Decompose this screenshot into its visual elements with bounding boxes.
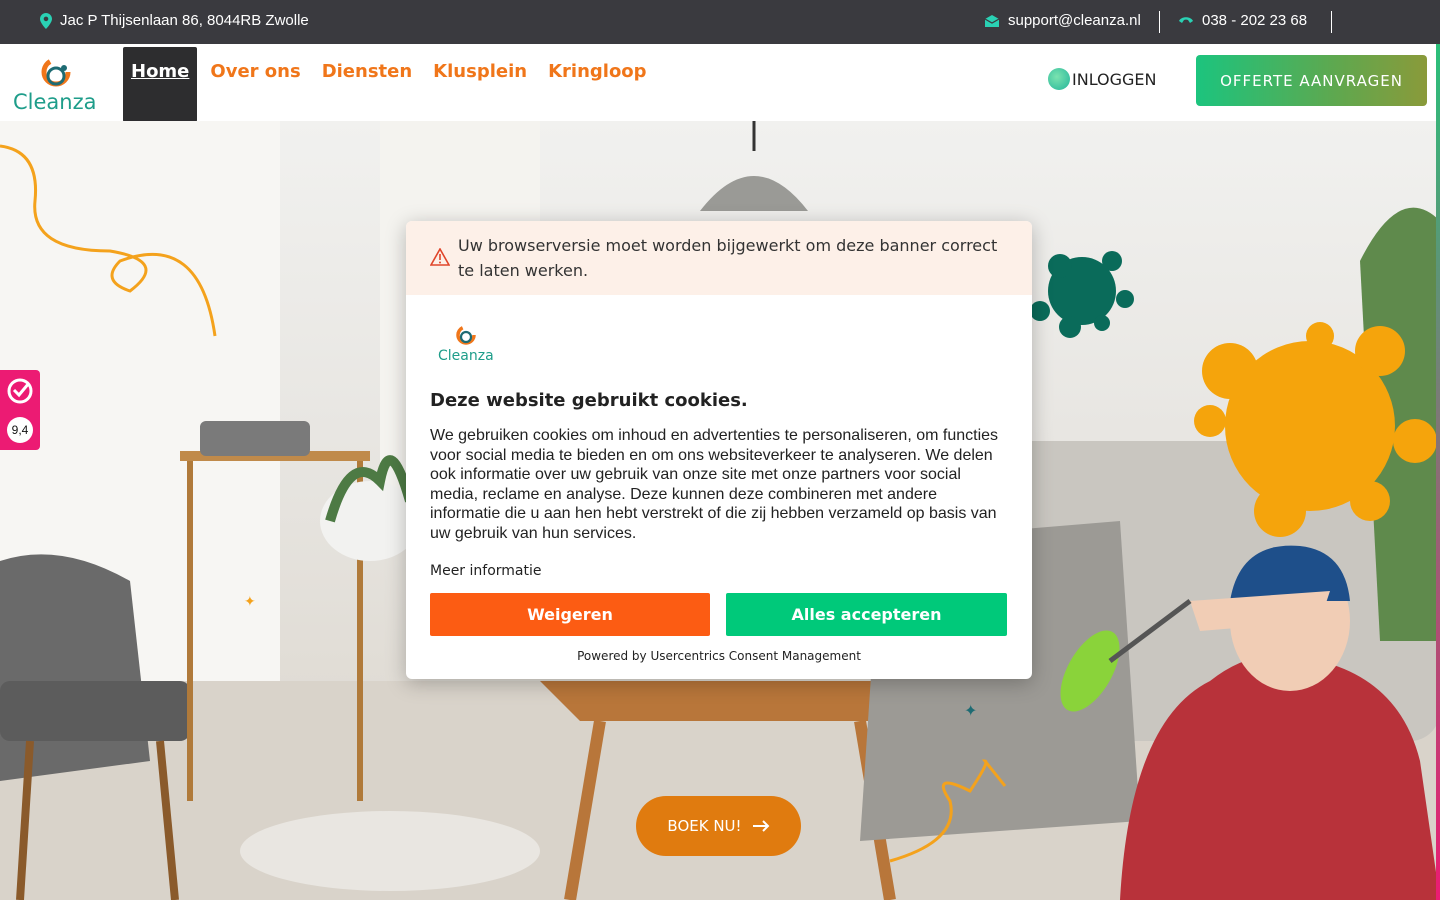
nav-item-over-ons[interactable]: Over ons <box>202 47 308 122</box>
main-navbar: Cleanza Home Over ons Diensten Klusplein… <box>0 44 1440 122</box>
warning-icon <box>430 248 450 266</box>
login-link[interactable]: INLOGGEN <box>1048 68 1157 90</box>
svg-text:Cleanza: Cleanza <box>13 90 97 113</box>
address-info: Jac P Thijsenlaan 86, 8044RB Zwolle <box>40 12 309 29</box>
divider <box>1159 11 1160 33</box>
cleanza-logo[interactable]: Cleanza <box>12 55 104 114</box>
nav-item-home[interactable]: Home <box>123 47 198 122</box>
main-nav: Home Over ons Diensten Klusplein Kringlo… <box>123 47 660 122</box>
more-info-link[interactable]: Meer informatie <box>430 563 542 579</box>
user-icon <box>1048 68 1070 90</box>
divider <box>1331 11 1332 33</box>
arrow-right-icon <box>752 820 769 832</box>
email-link[interactable]: support@cleanza.nl <box>984 12 1141 29</box>
nav-item-kringloop[interactable]: Kringloop <box>540 47 654 122</box>
phone-icon <box>1179 16 1193 23</box>
rating-widget[interactable]: 9,4 <box>0 370 40 450</box>
browser-warning: Uw browserversie moet worden bijgewerkt … <box>406 221 1032 295</box>
top-bar: Jac P Thijsenlaan 86, 8044RB Zwolle supp… <box>0 0 1440 44</box>
login-label: INLOGGEN <box>1072 69 1157 89</box>
right-edge-bar <box>1436 44 1440 900</box>
cookie-consent-dialog: Uw browserversie moet worden bijgewerkt … <box>406 221 1032 679</box>
dialog-title: Deze website gebruikt cookies. <box>430 390 748 411</box>
svg-text:✦: ✦ <box>964 703 977 720</box>
phone-text: 038 - 202 23 68 <box>1202 12 1308 29</box>
deny-button[interactable]: Weigeren <box>430 593 710 636</box>
phone-link[interactable]: 038 - 202 23 68 <box>1178 12 1307 29</box>
envelope-icon <box>984 14 1000 27</box>
svg-text:✦: ✦ <box>244 593 256 609</box>
powered-by-text: Powered by Usercentrics Consent Manageme… <box>577 649 861 663</box>
email-text: support@cleanza.nl <box>1008 12 1141 29</box>
nav-item-klusplein[interactable]: Klusplein <box>425 47 535 122</box>
nav-item-diensten[interactable]: Diensten <box>314 47 420 122</box>
dialog-logo: Cleanza <box>436 321 500 365</box>
dialog-body: We gebruiken cookies om inhoud en advert… <box>430 427 999 542</box>
rating-score: 9,4 <box>7 417 33 443</box>
kiyoh-icon <box>7 378 33 404</box>
quote-request-button[interactable]: OFFERTE AANVRAGEN <box>1196 55 1427 106</box>
book-now-label: BOEK NU! <box>667 817 742 835</box>
accept-all-button[interactable]: Alles accepteren <box>726 593 1007 636</box>
browser-warning-text: Uw browserversie moet worden bijgewerkt … <box>458 236 998 280</box>
svg-text:Cleanza: Cleanza <box>438 348 494 364</box>
address-text: Jac P Thijsenlaan 86, 8044RB Zwolle <box>60 12 309 29</box>
location-pin-icon <box>40 12 52 29</box>
book-now-button[interactable]: BOEK NU! <box>636 796 801 856</box>
